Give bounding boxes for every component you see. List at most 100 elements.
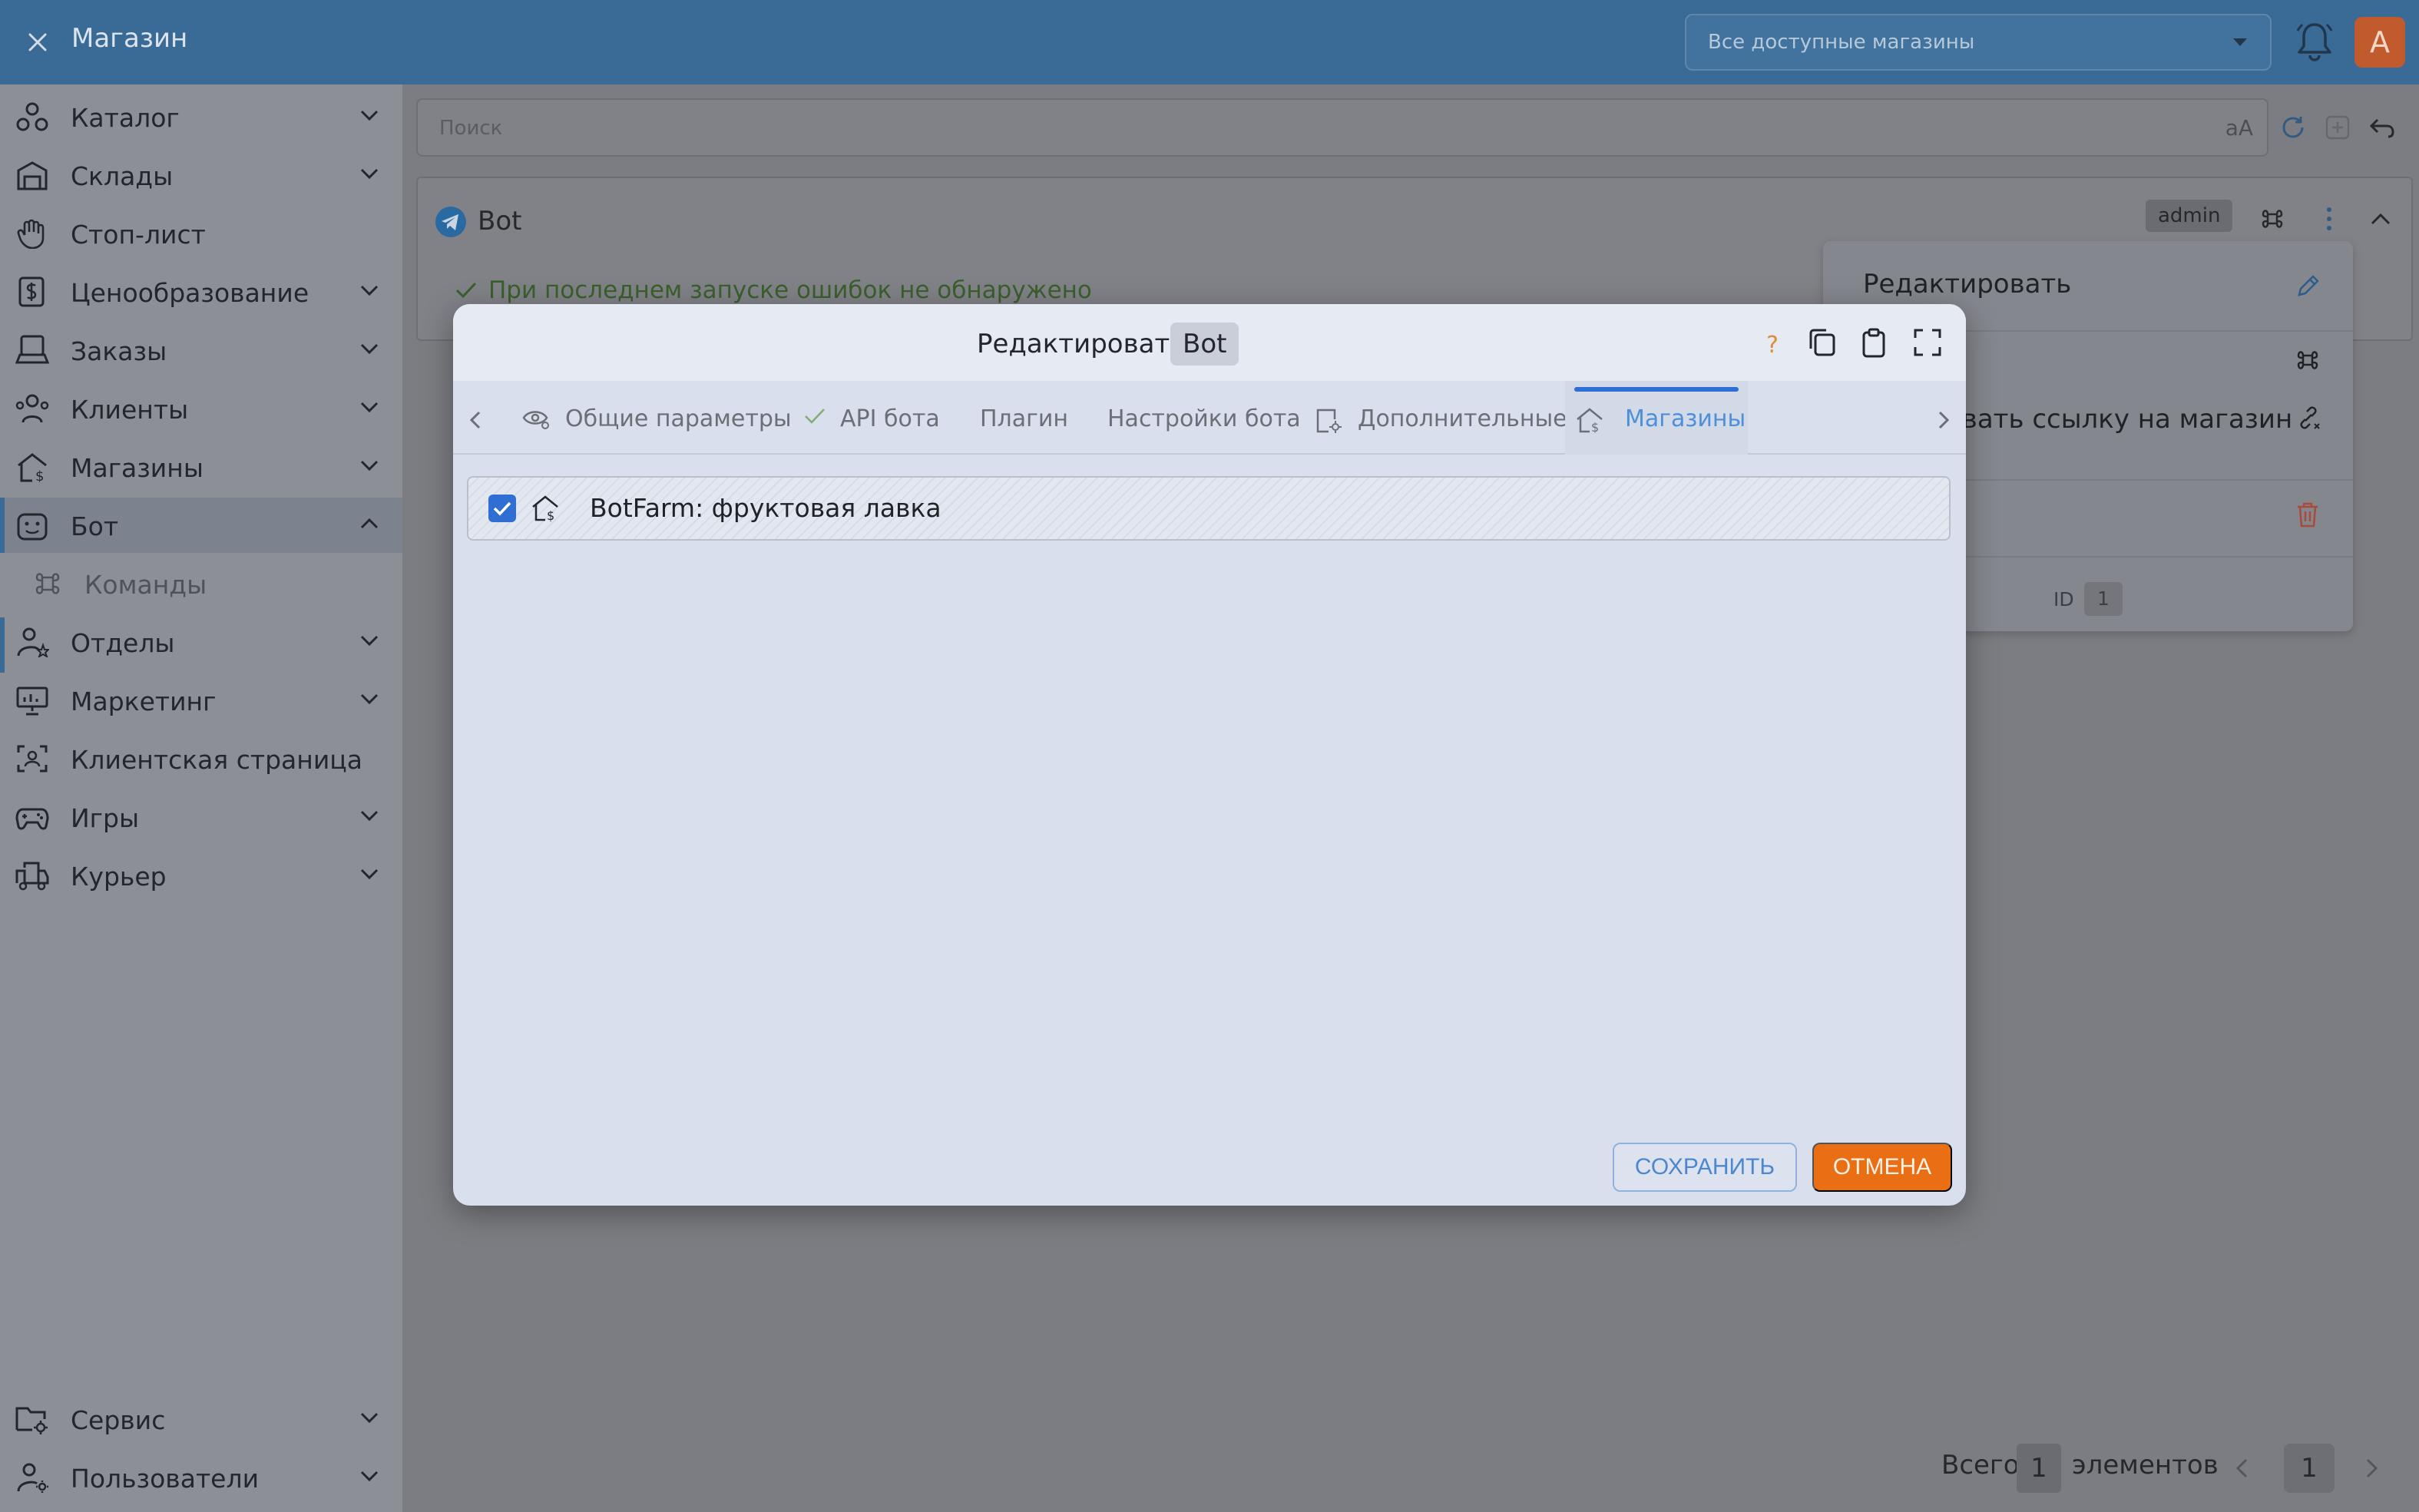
chevron-up-icon[interactable] [2370, 212, 2391, 226]
tab-additional[interactable]: Дополнительные [1315, 381, 1567, 455]
sidebar-item-label: Стоп-лист [71, 220, 206, 250]
chevron-left-icon[interactable] [468, 410, 482, 430]
total-suffix: элементов [2072, 1450, 2219, 1481]
warehouse-icon [15, 160, 49, 190]
price-icon [15, 276, 49, 307]
bell-icon[interactable] [2295, 20, 2335, 63]
shop-checkbox[interactable] [488, 495, 516, 522]
close-icon[interactable] [22, 26, 54, 58]
chevron-down-icon [359, 1411, 379, 1424]
more-vertical-icon[interactable] [2324, 206, 2335, 232]
link-icon [2295, 404, 2322, 432]
sidebar-item-warehouses[interactable]: Склады [0, 147, 402, 203]
stores-icon: $ [15, 452, 49, 482]
sidebar-item-stores[interactable]: $ Магазины [0, 439, 402, 495]
chevron-left-icon[interactable] [2235, 1457, 2249, 1479]
case-toggle[interactable]: aA [2225, 115, 2253, 141]
games-icon [15, 802, 49, 832]
app-header: Магазин Все доступные магазины A [0, 0, 2419, 84]
modal-tabs: Общие параметры API бота Плагин Настройк… [453, 381, 1966, 455]
undo-icon[interactable] [2368, 114, 2396, 141]
bot-icon [15, 510, 49, 541]
tab-bot-settings[interactable]: Настройки бота [1107, 381, 1307, 455]
id-value: 1 [2084, 582, 2123, 616]
sidebar-item-label: Каталог [71, 103, 180, 133]
save-button[interactable]: СОХРАНИТЬ [1613, 1143, 1797, 1192]
sidebar-item-label: Склады [71, 161, 174, 191]
tab-general[interactable]: Общие параметры [522, 381, 792, 455]
search-placeholder: Поиск [439, 117, 503, 140]
sidebar-item-games[interactable]: Игры [0, 789, 402, 845]
sidebar-item-orders[interactable]: Заказы [0, 323, 402, 378]
shop-row[interactable]: $ BotFarm: фруктовая лавка [467, 476, 1951, 541]
fullscreen-icon[interactable] [1912, 327, 1943, 358]
telegram-icon [435, 206, 467, 238]
help-icon[interactable]: ? [1766, 332, 1779, 359]
client-page-icon [15, 743, 49, 774]
chevron-right-icon[interactable] [1937, 410, 1951, 430]
sidebar-item-label: Магазины [71, 453, 204, 483]
sidebar-item-label: Клиентская страница [71, 745, 362, 775]
hand-icon [15, 218, 49, 249]
tab-label: Общие параметры [565, 405, 792, 432]
app-title: Магазин [71, 23, 188, 54]
sidebar-item-client-page[interactable]: Клиентская страница [0, 731, 402, 786]
tab-label: API бота [840, 405, 940, 432]
store-icon: $ [1576, 407, 1603, 433]
departments-icon [15, 627, 49, 657]
clipboard-icon[interactable] [1858, 327, 1889, 358]
sidebar-item-label: Заказы [71, 336, 167, 366]
copy-icon[interactable] [1806, 327, 1837, 358]
eye-settings-icon [522, 407, 550, 430]
sidebar-item-stoplist[interactable]: Стоп-лист [0, 206, 402, 261]
sidebar-item-clients[interactable]: Клиенты [0, 381, 402, 436]
bot-status-text: При последнем запуске ошибок не обнаруже… [488, 276, 1092, 304]
chevron-down-icon [359, 401, 379, 413]
total-count: 1 [2017, 1444, 2061, 1493]
sidebar-item-departments[interactable]: Отделы [0, 614, 402, 670]
chevron-right-icon[interactable] [2365, 1457, 2379, 1479]
catalog-icon [15, 101, 49, 132]
doc-settings-icon [1315, 407, 1342, 433]
store-select[interactable]: Все доступные магазины [1685, 14, 2272, 71]
tab-api[interactable]: API бота [803, 381, 957, 455]
command-icon [31, 568, 65, 599]
sidebar-item-label: Игры [71, 803, 140, 833]
role-badge: admin [2146, 200, 2233, 232]
sidebar-item-bot[interactable]: Бот [0, 498, 402, 553]
check-icon [803, 407, 826, 425]
add-icon[interactable] [2324, 114, 2351, 141]
sidebar: Каталог Склады Стоп-лист Ценообразование… [0, 84, 402, 1512]
chevron-down-icon [2232, 37, 2249, 48]
sidebar-item-courier[interactable]: Курьер [0, 848, 402, 903]
marketing-icon [15, 685, 49, 716]
cancel-button[interactable]: ОТМЕНА [1812, 1143, 1952, 1192]
sidebar-item-label: Отделы [71, 628, 175, 658]
search-field[interactable]: Поиск aA [416, 98, 2268, 157]
sidebar-item-catalog[interactable]: Каталог [0, 89, 402, 144]
modal-title: Редактировать [977, 329, 1186, 359]
current-page[interactable]: 1 [2284, 1444, 2335, 1493]
chevron-down-icon [359, 634, 379, 647]
refresh-icon[interactable] [2279, 114, 2307, 141]
sidebar-item-users[interactable]: Пользователи [0, 1450, 402, 1505]
tab-plugin[interactable]: Плагин [980, 381, 1080, 455]
sidebar-item-label: Команды [84, 570, 207, 600]
sidebar-item-commands[interactable]: Команды [0, 556, 402, 611]
total-prefix: Всего [1941, 1450, 2020, 1481]
edit-icon [2295, 272, 2322, 299]
edit-modal: Редактировать Bot ? Общие параметры API … [453, 304, 1966, 1206]
shop-label: BotFarm: фруктовая лавка [590, 493, 941, 523]
chevron-down-icon [359, 868, 379, 880]
sidebar-item-marketing[interactable]: Маркетинг [0, 673, 402, 728]
command-icon[interactable] [2259, 206, 2285, 232]
svg-text:$: $ [1591, 420, 1599, 433]
sidebar-item-label: Маркетинг [71, 687, 217, 716]
sidebar-item-label: Сервис [71, 1405, 166, 1435]
chevron-down-icon [359, 809, 379, 822]
avatar[interactable]: A [2354, 17, 2405, 68]
tab-stores[interactable]: $ Магазины [1565, 381, 1748, 455]
sidebar-item-pricing[interactable]: Ценообразование [0, 264, 402, 319]
sidebar-item-label: Ценообразование [71, 278, 309, 308]
sidebar-item-service[interactable]: Сервис [0, 1391, 402, 1447]
